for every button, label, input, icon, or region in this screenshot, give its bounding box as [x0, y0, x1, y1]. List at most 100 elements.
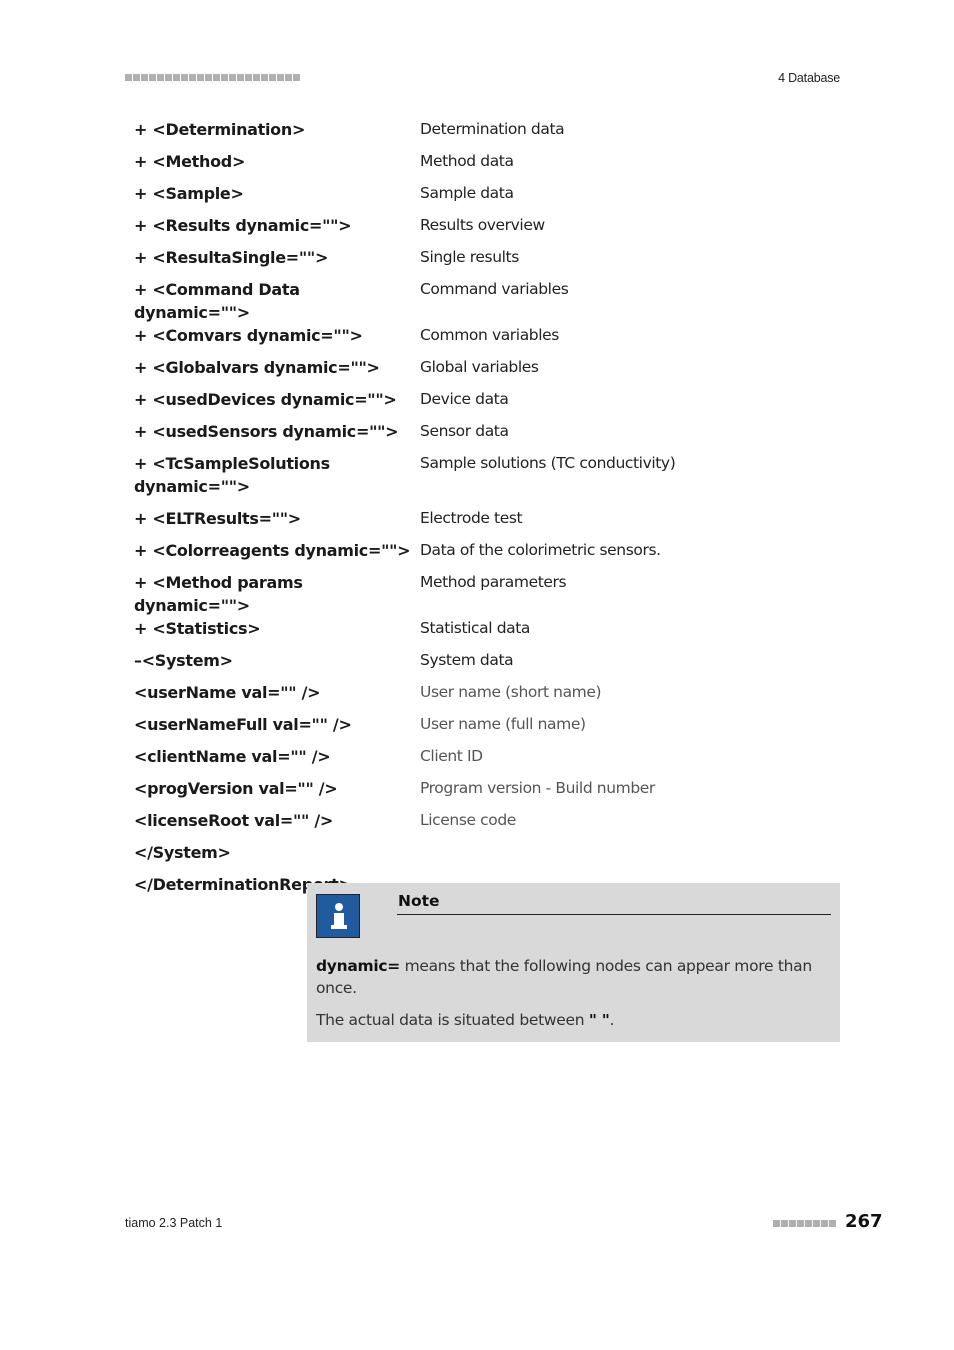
decorative-square [213, 74, 220, 81]
tag-description: License code [420, 811, 516, 829]
tag-description: Single results [420, 248, 519, 266]
table-row: + <Command Data dynamic=""> Command varia… [134, 278, 734, 324]
decorative-square [253, 74, 260, 81]
decorative-square [261, 74, 268, 81]
note-paragraph: The actual data is situated between " ". [316, 1009, 826, 1031]
xml-tag: –<System> [134, 651, 233, 670]
xml-structure-table: + <Determination> Determination data + <M… [134, 118, 734, 905]
xml-tag: + <usedDevices dynamic=""> [134, 390, 397, 409]
table-row: + <Method params dynamic=""> Method param… [134, 571, 734, 617]
note-divider [397, 914, 831, 915]
table-row: + <TcSampleSolutions dynamic=""> Sample s… [134, 452, 734, 507]
decorative-square [133, 74, 140, 81]
xml-tag: + <TcSampleSolutions dynamic=""> [134, 454, 330, 496]
header-decoration [125, 74, 300, 82]
decorative-square [189, 74, 196, 81]
decorative-square [197, 74, 204, 81]
tag-description: Sample solutions (TC conductivity) [420, 454, 676, 472]
decorative-square [173, 74, 180, 81]
tag-description: Global variables [420, 358, 539, 376]
decorative-square [181, 74, 188, 81]
tag-description: User name (full name) [420, 715, 586, 733]
tag-description: Command variables [420, 280, 569, 298]
note-body: dynamic= means that the following nodes … [316, 955, 826, 1041]
tag-description: Method parameters [420, 573, 567, 591]
decorative-square [805, 1220, 812, 1227]
tag-description: Statistical data [420, 619, 531, 637]
xml-tag: + <Method params dynamic=""> [134, 573, 303, 615]
decorative-square [293, 74, 300, 81]
table-row: <licenseRoot val="" /> License code [134, 809, 734, 841]
xml-tag: + <Determination> [134, 120, 306, 139]
decorative-square [229, 74, 236, 81]
xml-tag: <userNameFull val="" /> [134, 715, 352, 734]
decorative-square [157, 74, 164, 81]
table-row: + <Statistics> Statistical data [134, 617, 734, 649]
table-row: + <Colorreagents dynamic=""> Data of the … [134, 539, 734, 571]
note-keyword: " " [588, 1011, 610, 1029]
table-row: + <Results dynamic=""> Results overview [134, 214, 734, 246]
xml-tag: <clientName val="" /> [134, 747, 331, 766]
xml-tag: + <Results dynamic=""> [134, 216, 352, 235]
note-text: The actual data is situated between [316, 1011, 589, 1029]
xml-tag: + <Globalvars dynamic=""> [134, 358, 380, 377]
footer-decoration [773, 1220, 836, 1227]
chapter-title: 4 Database [778, 71, 840, 85]
page-number: 267 [845, 1211, 883, 1232]
table-row: </System> [134, 841, 734, 873]
decorative-square [221, 74, 228, 81]
tag-description: Common variables [420, 326, 559, 344]
decorative-square [277, 74, 284, 81]
table-row: + <Method> Method data [134, 150, 734, 182]
tag-description: Data of the colorimetric sensors. [420, 541, 661, 559]
decorative-square [821, 1220, 828, 1227]
table-row: <userNameFull val="" /> User name (full n… [134, 713, 734, 745]
table-row: + <usedDevices dynamic=""> Device data [134, 388, 734, 420]
tag-description: Program version - Build number [420, 779, 655, 797]
table-row: + <Determination> Determination data [134, 118, 734, 150]
table-row: + <Sample> Sample data [134, 182, 734, 214]
xml-tag: + <ELTResults=""> [134, 509, 301, 528]
decorative-square [797, 1220, 804, 1227]
tag-description: System data [420, 651, 514, 669]
decorative-square [149, 74, 156, 81]
xml-tag: + <Method> [134, 152, 246, 171]
note-box: Note dynamic= means that the following n… [307, 883, 840, 1042]
decorative-square [165, 74, 172, 81]
table-row: + <Comvars dynamic=""> Common variables [134, 324, 734, 356]
xml-tag: + <Command Data dynamic=""> [134, 280, 300, 322]
table-row: + <Globalvars dynamic=""> Global variable… [134, 356, 734, 388]
xml-tag: + <Colorreagents dynamic=""> [134, 541, 411, 560]
xml-tag: <userName val="" /> [134, 683, 321, 702]
xml-tag: + <Statistics> [134, 619, 261, 638]
table-row: <clientName val="" /> Client ID [134, 745, 734, 777]
table-row: –<System> System data [134, 649, 734, 681]
decorative-square [285, 74, 292, 81]
decorative-square [789, 1220, 796, 1227]
xml-tag: + <ResultaSingle=""> [134, 248, 329, 267]
note-title: Note [398, 892, 440, 910]
decorative-square [813, 1220, 820, 1227]
xml-tag: + <Comvars dynamic=""> [134, 326, 363, 345]
decorative-square [205, 74, 212, 81]
tag-description: Sample data [420, 184, 514, 202]
note-text: . [609, 1011, 615, 1029]
table-row: + <ELTResults=""> Electrode test [134, 507, 734, 539]
xml-tag: </System> [134, 843, 231, 862]
tag-description: Device data [420, 390, 509, 408]
tag-description: User name (short name) [420, 683, 602, 701]
decorative-square [125, 74, 132, 81]
xml-tag: <licenseRoot val="" /> [134, 811, 334, 830]
footer-product: tiamo 2.3 Patch 1 [125, 1216, 223, 1230]
decorative-square [245, 74, 252, 81]
note-paragraph: dynamic= means that the following nodes … [316, 955, 826, 999]
decorative-square [829, 1220, 836, 1227]
table-row: + <usedSensors dynamic=""> Sensor data [134, 420, 734, 452]
table-row: + <ResultaSingle=""> Single results [134, 246, 734, 278]
decorative-square [269, 74, 276, 81]
tag-description: Electrode test [420, 509, 523, 527]
tag-description: Method data [420, 152, 514, 170]
xml-tag: + <usedSensors dynamic=""> [134, 422, 399, 441]
info-icon [316, 894, 360, 938]
note-keyword: dynamic= [316, 957, 400, 975]
